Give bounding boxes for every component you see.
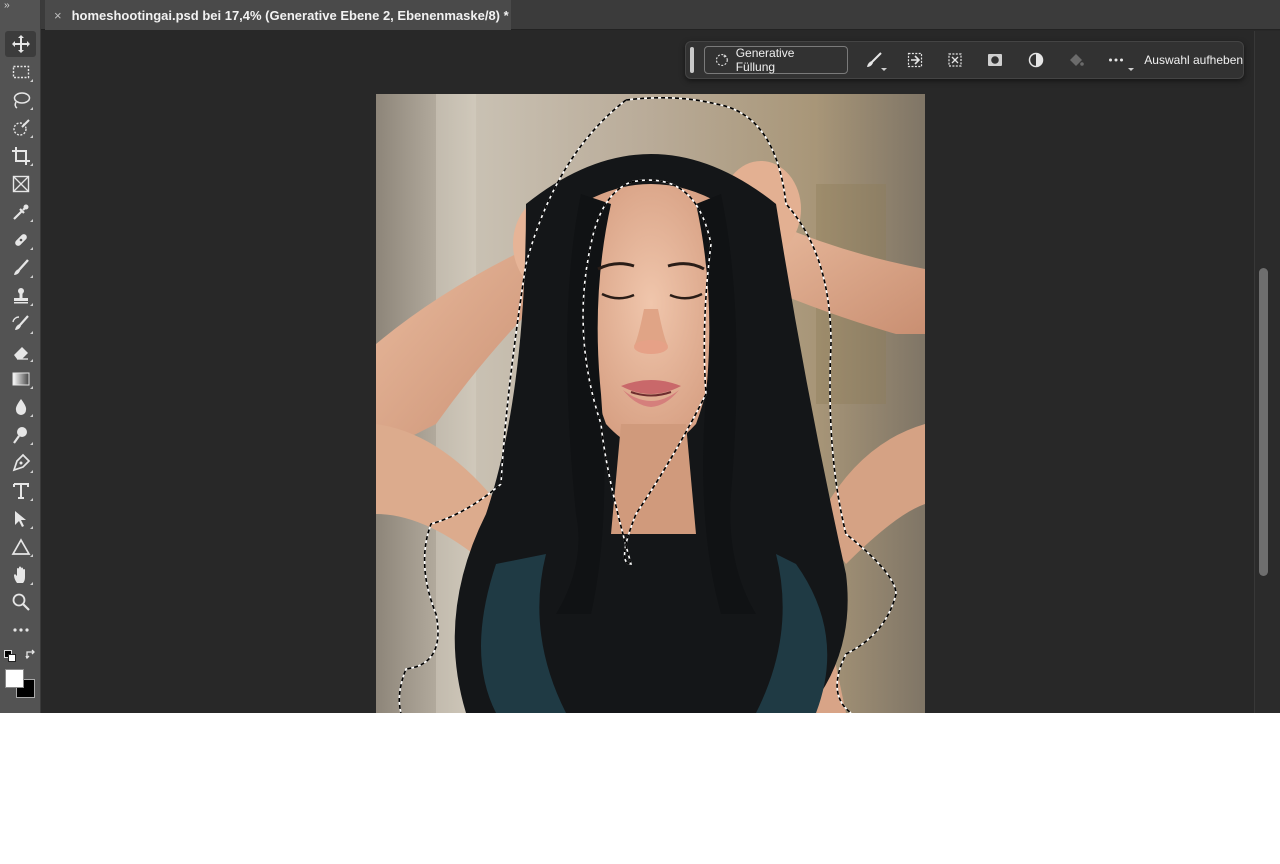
- swap-colors-icon[interactable]: [24, 648, 38, 662]
- contextual-task-bar: Generative Füllung Auswahl aufheben: [685, 41, 1244, 79]
- pen-icon[interactable]: [5, 450, 36, 476]
- generative-fill-icon: [715, 54, 728, 66]
- invert-selection-icon[interactable]: [895, 46, 935, 74]
- default-colors-icon[interactable]: [4, 650, 16, 662]
- clone-stamp-icon[interactable]: [5, 283, 36, 309]
- move-icon[interactable]: [5, 31, 36, 57]
- drag-handle[interactable]: [690, 47, 694, 73]
- crop-icon[interactable]: [5, 143, 36, 169]
- document-tab-title: homeshootingai.psd bei 17,4% (Generative…: [71, 7, 509, 23]
- more-tools-icon[interactable]: [5, 617, 36, 643]
- mask-icon[interactable]: [975, 46, 1015, 74]
- document-tab-bar: × homeshootingai.psd bei 17,4% (Generati…: [41, 0, 1280, 30]
- close-tab-icon[interactable]: ×: [54, 8, 62, 23]
- eraser-icon[interactable]: [5, 339, 36, 365]
- eyedropper-icon[interactable]: [5, 199, 36, 225]
- photoshop-window: × homeshootingai.psd bei 17,4% (Generati…: [0, 0, 1280, 713]
- brush-mask-icon[interactable]: [854, 46, 894, 74]
- shape-icon[interactable]: [5, 534, 36, 560]
- type-icon[interactable]: [5, 478, 36, 504]
- healing-brush-icon[interactable]: [5, 227, 36, 253]
- scrollbar-thumb[interactable]: [1259, 268, 1268, 576]
- blur-icon[interactable]: [5, 394, 36, 420]
- portrait-image: [376, 94, 925, 713]
- deselect-button[interactable]: Auswahl aufheben: [1144, 53, 1243, 67]
- rectangular-marquee-icon[interactable]: [5, 59, 36, 85]
- history-brush-icon[interactable]: [5, 311, 36, 337]
- brush-icon[interactable]: [5, 255, 36, 281]
- lasso-icon[interactable]: [5, 87, 36, 113]
- generative-fill-button[interactable]: Generative Füllung: [703, 46, 849, 74]
- fill-adjust-icon[interactable]: [1015, 46, 1055, 74]
- fill-bucket-icon[interactable]: [1056, 46, 1096, 74]
- dodge-icon[interactable]: [5, 422, 36, 448]
- more-options-icon[interactable]: [1096, 46, 1136, 74]
- gradient-icon[interactable]: [5, 366, 36, 392]
- tools-panel: ››: [0, 0, 41, 713]
- zoom-icon[interactable]: [5, 589, 36, 615]
- path-selection-icon[interactable]: [5, 506, 36, 532]
- transform-selection-icon[interactable]: [935, 46, 975, 74]
- document-tab[interactable]: × homeshootingai.psd bei 17,4% (Generati…: [45, 0, 511, 30]
- photo-canvas[interactable]: [376, 94, 925, 713]
- vertical-scrollbar[interactable]: [1254, 31, 1280, 713]
- object-selection-icon[interactable]: [5, 115, 36, 141]
- generative-fill-label: Generative Füllung: [735, 46, 795, 74]
- foreground-color-swatch[interactable]: [5, 669, 24, 688]
- hand-icon[interactable]: [5, 562, 36, 588]
- collapse-toolbar-icon[interactable]: ››: [4, 0, 10, 11]
- frame-icon[interactable]: [5, 171, 36, 197]
